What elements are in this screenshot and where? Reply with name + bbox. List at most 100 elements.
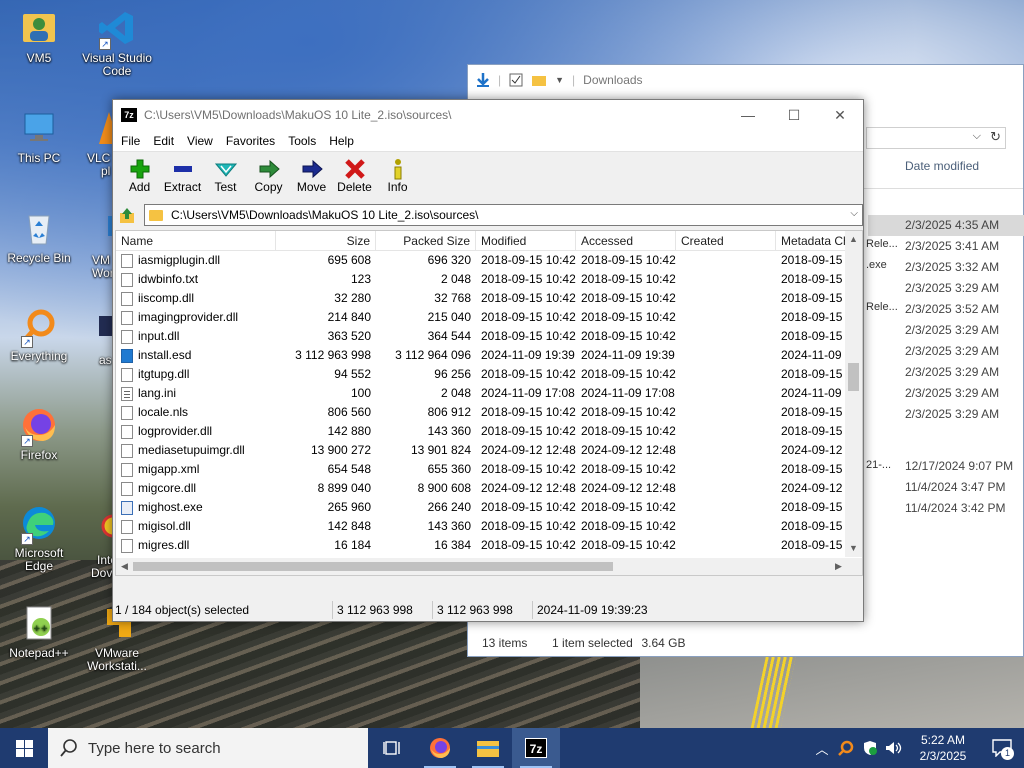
explorer-row[interactable]: 2/3/2025 3:29 AM [868,383,1024,404]
file-row[interactable]: install.esd 3 112 963 998 3 112 964 096 202… [116,346,862,365]
delete-button[interactable]: Delete [333,152,376,201]
horizontal-scrollbar[interactable]: ◀ ▶ [116,558,847,575]
menu-edit[interactable]: Edit [152,134,181,148]
file-row[interactable]: imagingprovider.dll 214 840 215 040 2018-09… [116,308,862,327]
file-row[interactable]: iasmigplugin.dll 695 608 696 320 2018-09-15… [116,251,862,270]
column-name[interactable]: Name [116,231,276,251]
explorer-search-box[interactable]: ⌵ ↻ [866,127,1006,149]
column-accessed[interactable]: Accessed [576,231,676,251]
menu-file[interactable]: File [120,134,147,148]
file-row[interactable]: idwbinfo.txt 123 2 048 2018-09-15 10:42 2018… [116,270,862,289]
folder-icon[interactable] [531,74,547,87]
maximize-button[interactable]: ☐ [771,100,817,130]
explorer-row[interactable]: 2/3/2025 3:29 AM [868,362,1024,383]
scrollbar-thumb[interactable] [133,562,613,571]
scrollbar-thumb[interactable] [848,363,859,391]
qat-dropdown-icon[interactable]: ▼ [555,75,564,85]
taskbar-7zip[interactable]: 7z [512,728,560,768]
chevron-down-icon[interactable]: ⌵ [850,208,858,219]
file-packed-size: 8 900 608 [417,481,471,495]
file-row[interactable]: mighost.exe 265 960 266 240 2018-09-15 10:4… [116,498,862,517]
column-header-date-modified[interactable]: Date modified [905,159,979,173]
scroll-left-icon[interactable]: ◀ [116,558,133,575]
up-folder-button[interactable] [118,206,136,224]
file-metadata-changed: 2018-09-15 1 [781,500,848,514]
file-name: migres.dll [138,538,190,552]
file-row[interactable]: locale.nls 806 560 806 912 2018-09-15 10:42… [116,403,862,422]
clock[interactable]: 5:22 AM 2/3/2025 [906,732,980,764]
taskbar-file-explorer[interactable] [464,728,512,768]
file-row[interactable]: lang.ini 100 2 048 2024-11-09 17:08 2024-11-… [116,384,862,403]
show-hidden-icons-button[interactable]: ︿ [810,728,834,768]
column-size[interactable]: Size [276,231,376,251]
explorer-row[interactable]: 11/4/2024 3:47 PM [868,477,1024,498]
test-button[interactable]: Test [204,152,247,201]
desktop-icon-vm5[interactable]: VM5 [1,8,77,65]
column-modified[interactable]: Modified [476,231,576,251]
menu-bar: File Edit View Favorites Tools Help [113,130,863,151]
copy-button[interactable]: Copy [247,152,290,201]
explorer-row[interactable]: 2/3/2025 3:29 AM [868,404,1024,425]
properties-check-icon[interactable] [509,73,523,87]
explorer-row[interactable]: 2/3/2025 4:35 AM [868,215,1024,236]
explorer-row[interactable]: 2/3/2025 3:29 AM [868,341,1024,362]
status-modified: 2024-11-09 19:39:23 [537,603,648,617]
desktop-icon-everything[interactable]: ↗ Everything [1,306,77,363]
scroll-down-icon[interactable]: ▼ [845,540,862,557]
explorer-row[interactable]: 2/3/2025 3:29 AM [868,320,1024,341]
info-button[interactable]: Info [376,152,419,201]
file-row[interactable]: itgtupg.dll 94 552 96 256 2018-09-15 10:42 2… [116,365,862,384]
task-view-button[interactable] [368,728,416,768]
move-button[interactable]: Move [290,152,333,201]
explorer-row[interactable]: 11/4/2024 3:42 PM [868,498,1024,519]
file-row[interactable]: migcore.dll 8 899 040 8 900 608 2024-09-12 … [116,479,862,498]
tray-everything[interactable] [834,728,858,768]
taskbar-firefox[interactable] [416,728,464,768]
extract-button[interactable]: Extract [161,152,204,201]
explorer-row[interactable]: 12/17/2024 9:07 PM [868,456,1024,477]
minimize-button[interactable]: — [725,100,771,130]
desktop-icon-firefox[interactable]: ↗ Firefox [1,405,77,462]
file-name-cell: input.dll [116,327,276,346]
close-button[interactable]: ✕ [817,100,863,130]
tray-security[interactable] [858,728,882,768]
menu-tools[interactable]: Tools [287,134,323,148]
file-row[interactable]: iiscomp.dll 32 280 32 768 2018-09-15 10:42 2… [116,289,862,308]
menu-help[interactable]: Help [328,134,361,148]
desktop-icon-visual-studio-code[interactable]: ↗ Visual Studio Code [79,8,155,78]
file-name: iasmigplugin.dll [138,253,221,267]
refresh-icon[interactable]: ↻ [990,129,1001,145]
sevenzip-window[interactable]: 7z C:\Users\VM5\Downloads\MakuOS 10 Lite… [112,99,864,622]
menu-favorites[interactable]: Favorites [225,134,282,148]
notification-center-button[interactable]: 1 [980,728,1024,768]
menu-view[interactable]: View [186,134,220,148]
add-button[interactable]: Add [118,152,161,201]
file-row[interactable]: migres.dll 16 184 16 384 2018-09-15 10:42 20… [116,536,862,555]
scroll-up-icon[interactable]: ▲ [845,231,862,248]
column-packed-size[interactable]: Packed Size [376,231,476,251]
path-combobox[interactable]: C:\Users\VM5\Downloads\MakuOS 10 Lite_2.… [144,204,863,226]
start-button[interactable] [0,728,48,768]
vscode-icon: ↗ [97,8,137,50]
tray-volume[interactable] [882,728,906,768]
explorer-row[interactable]: 2/3/2025 3:29 AM [868,278,1024,299]
status-bar: 1 / 184 object(s) selected 3 112 963 998… [113,599,863,621]
file-row[interactable]: input.dll 363 520 364 544 2018-09-15 10:42 2… [116,327,862,346]
file-row[interactable]: migisol.dll 142 848 143 360 2018-09-15 10:4… [116,517,862,536]
desktop-icon-recycle-bin[interactable]: Recycle Bin [1,208,77,265]
chevron-down-icon[interactable]: ⌵ [973,130,981,143]
desktop-icon-microsoft-edge[interactable]: ↗ Microsoft Edge [1,503,77,573]
vertical-scrollbar[interactable]: ▲ ▼ [845,231,862,557]
file-row[interactable]: mediasetupuimgr.dll 13 900 272 13 901 824 2… [116,441,862,460]
file-row[interactable]: migapp.xml 654 548 655 360 2018-09-15 10:42… [116,460,862,479]
file-modified: 2018-09-15 10:42 [481,519,576,533]
file-list[interactable]: Name Size Packed Size Modified Accessed … [115,230,863,576]
desktop-icon-notepad-plus-plus[interactable]: ++ Notepad++ [1,603,77,660]
search-box[interactable]: Type here to search [48,728,368,768]
column-created[interactable]: Created [676,231,776,251]
file-row[interactable]: logprovider.dll 142 880 143 360 2018-09-15 … [116,422,862,441]
sevenzip-titlebar[interactable]: 7z C:\Users\VM5\Downloads\MakuOS 10 Lite… [113,100,863,130]
column-metadata-changed[interactable]: Metadata Ch [776,231,848,251]
desktop-icon-this-pc[interactable]: This PC [1,108,77,165]
explorer-row[interactable]: 2/3/2025 3:32 AM [868,257,1024,278]
